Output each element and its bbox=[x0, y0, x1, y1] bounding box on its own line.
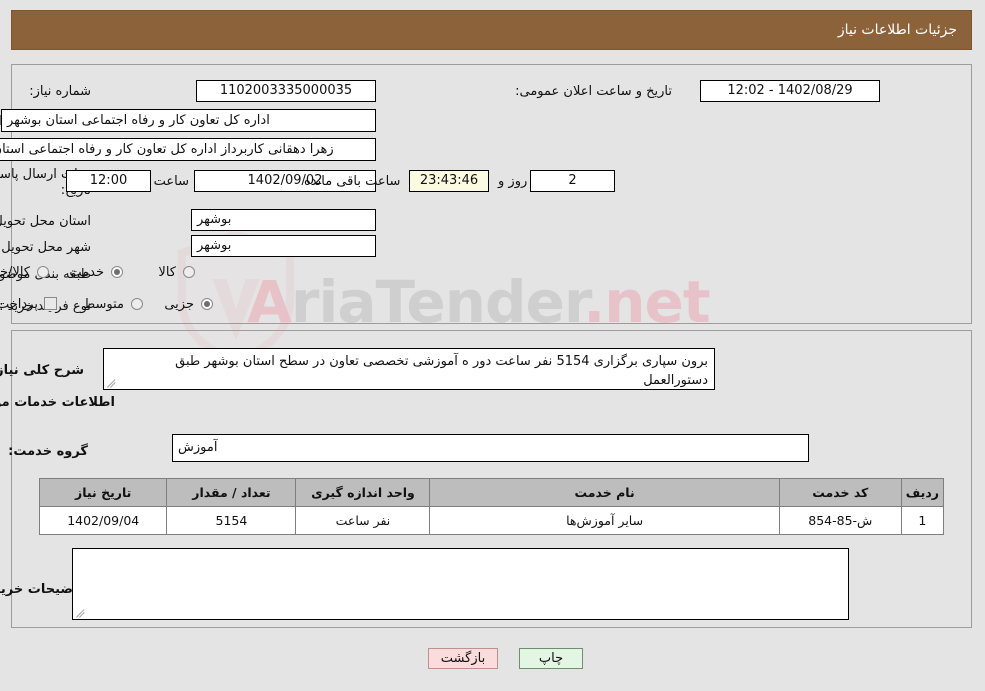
classification-option-2-label: کالا/خدمت bbox=[0, 265, 31, 280]
col-quantity: تعداد / مقدار bbox=[167, 478, 298, 507]
col-unit: واحد اندازه گیری bbox=[296, 478, 432, 507]
process-option-1-label: متوسط bbox=[84, 297, 125, 312]
cell-service-name: سایر آموزش‌ها bbox=[430, 506, 781, 535]
radio-classification-goods-service[interactable] bbox=[38, 266, 50, 278]
services-table: ردیف کد خدمت نام خدمت واحد اندازه گیری ت… bbox=[39, 478, 946, 535]
col-service-name: نام خدمت bbox=[430, 478, 781, 507]
resize-grip-icon-2[interactable] bbox=[77, 608, 87, 618]
need-number-label: شماره نیاز: bbox=[30, 84, 92, 99]
radio-classification-service[interactable] bbox=[112, 266, 124, 278]
delivery-province-value: بوشهر bbox=[192, 209, 377, 231]
days-label: روز و bbox=[499, 174, 529, 189]
buyer-org-value: اداره کل تعاون کار و رفاه اجتماعی استان … bbox=[2, 109, 377, 132]
days-remaining-value: 2 bbox=[531, 170, 616, 192]
payment-note-text: پرداخت تمام یا بخشی از مبلغ خرید،از محل … bbox=[0, 297, 39, 312]
delivery-province-label: استان محل تحویل: bbox=[0, 214, 92, 229]
deadline-time-value: 12:00 bbox=[67, 170, 152, 192]
print-button[interactable]: چاپ bbox=[520, 648, 584, 669]
page-title: جزئیات اطلاعات نیاز bbox=[838, 22, 958, 38]
cell-quantity: 5154 bbox=[167, 506, 298, 535]
countdown-value: 23:43:46 bbox=[410, 170, 490, 192]
summary-line-1: برون سپاری برگزاری 5154 نفر ساعت دور ه آ… bbox=[176, 354, 709, 388]
cell-need-date: 1402/09/04 bbox=[39, 506, 169, 535]
cell-unit: نفر ساعت bbox=[296, 506, 432, 535]
cell-row-no: 1 bbox=[901, 506, 946, 535]
back-button[interactable]: بازگشت bbox=[429, 648, 499, 669]
delivery-city-label: شهر محل تحویل: bbox=[0, 240, 92, 255]
cell-service-code: ش-85-854 bbox=[779, 506, 903, 535]
resize-grip-icon[interactable] bbox=[108, 378, 118, 388]
classification-option-0-label: کالا bbox=[159, 265, 177, 280]
col-need-date: تاریخ نیاز bbox=[39, 478, 169, 507]
services-section-title: اطلاعات خدمات مورد نیاز bbox=[0, 395, 116, 410]
need-number-value: 1102003335000035 bbox=[197, 80, 377, 102]
col-service-code: کد خدمت bbox=[779, 478, 903, 507]
table-row: 1 ش-85-854 سایر آموزش‌ها نفر ساعت 5154 1… bbox=[39, 506, 946, 535]
radio-classification-goods[interactable] bbox=[184, 266, 196, 278]
hour-label: ساعت bbox=[154, 174, 190, 189]
service-group-label: گروه خدمت: bbox=[9, 444, 89, 459]
page-title-bar: جزئیات اطلاعات نیاز bbox=[12, 10, 973, 50]
public-announce-label: تاریخ و ساعت اعلان عمومی: bbox=[516, 84, 673, 99]
radio-process-minor[interactable] bbox=[202, 298, 214, 310]
delivery-city-value: بوشهر bbox=[192, 235, 377, 257]
summary-textarea[interactable]: برون سپاری برگزاری 5154 نفر ساعت دور ه آ… bbox=[104, 348, 716, 390]
classification-option-1-label: خدمت bbox=[70, 265, 105, 280]
col-row-no: ردیف bbox=[901, 478, 946, 507]
process-option-0-label: جزیی bbox=[165, 297, 195, 312]
checkbox-islamic-treasury-payment[interactable] bbox=[45, 297, 58, 310]
requester-value: زهرا دهقانی کاربرداز اداره کل تعاون کار … bbox=[0, 138, 377, 161]
need-info-panel bbox=[12, 64, 973, 324]
table-header-row: ردیف کد خدمت نام خدمت واحد اندازه گیری ت… bbox=[39, 478, 946, 507]
remaining-hours-label: ساعت باقی مانده bbox=[305, 174, 402, 189]
radio-process-medium[interactable] bbox=[132, 298, 144, 310]
service-group-value: آموزش bbox=[173, 434, 810, 462]
buyer-notes-textarea[interactable] bbox=[73, 548, 850, 620]
public-announce-value: 1402/08/29 - 12:02 bbox=[701, 80, 881, 102]
summary-label: شرح کلی نیاز: bbox=[0, 363, 85, 378]
